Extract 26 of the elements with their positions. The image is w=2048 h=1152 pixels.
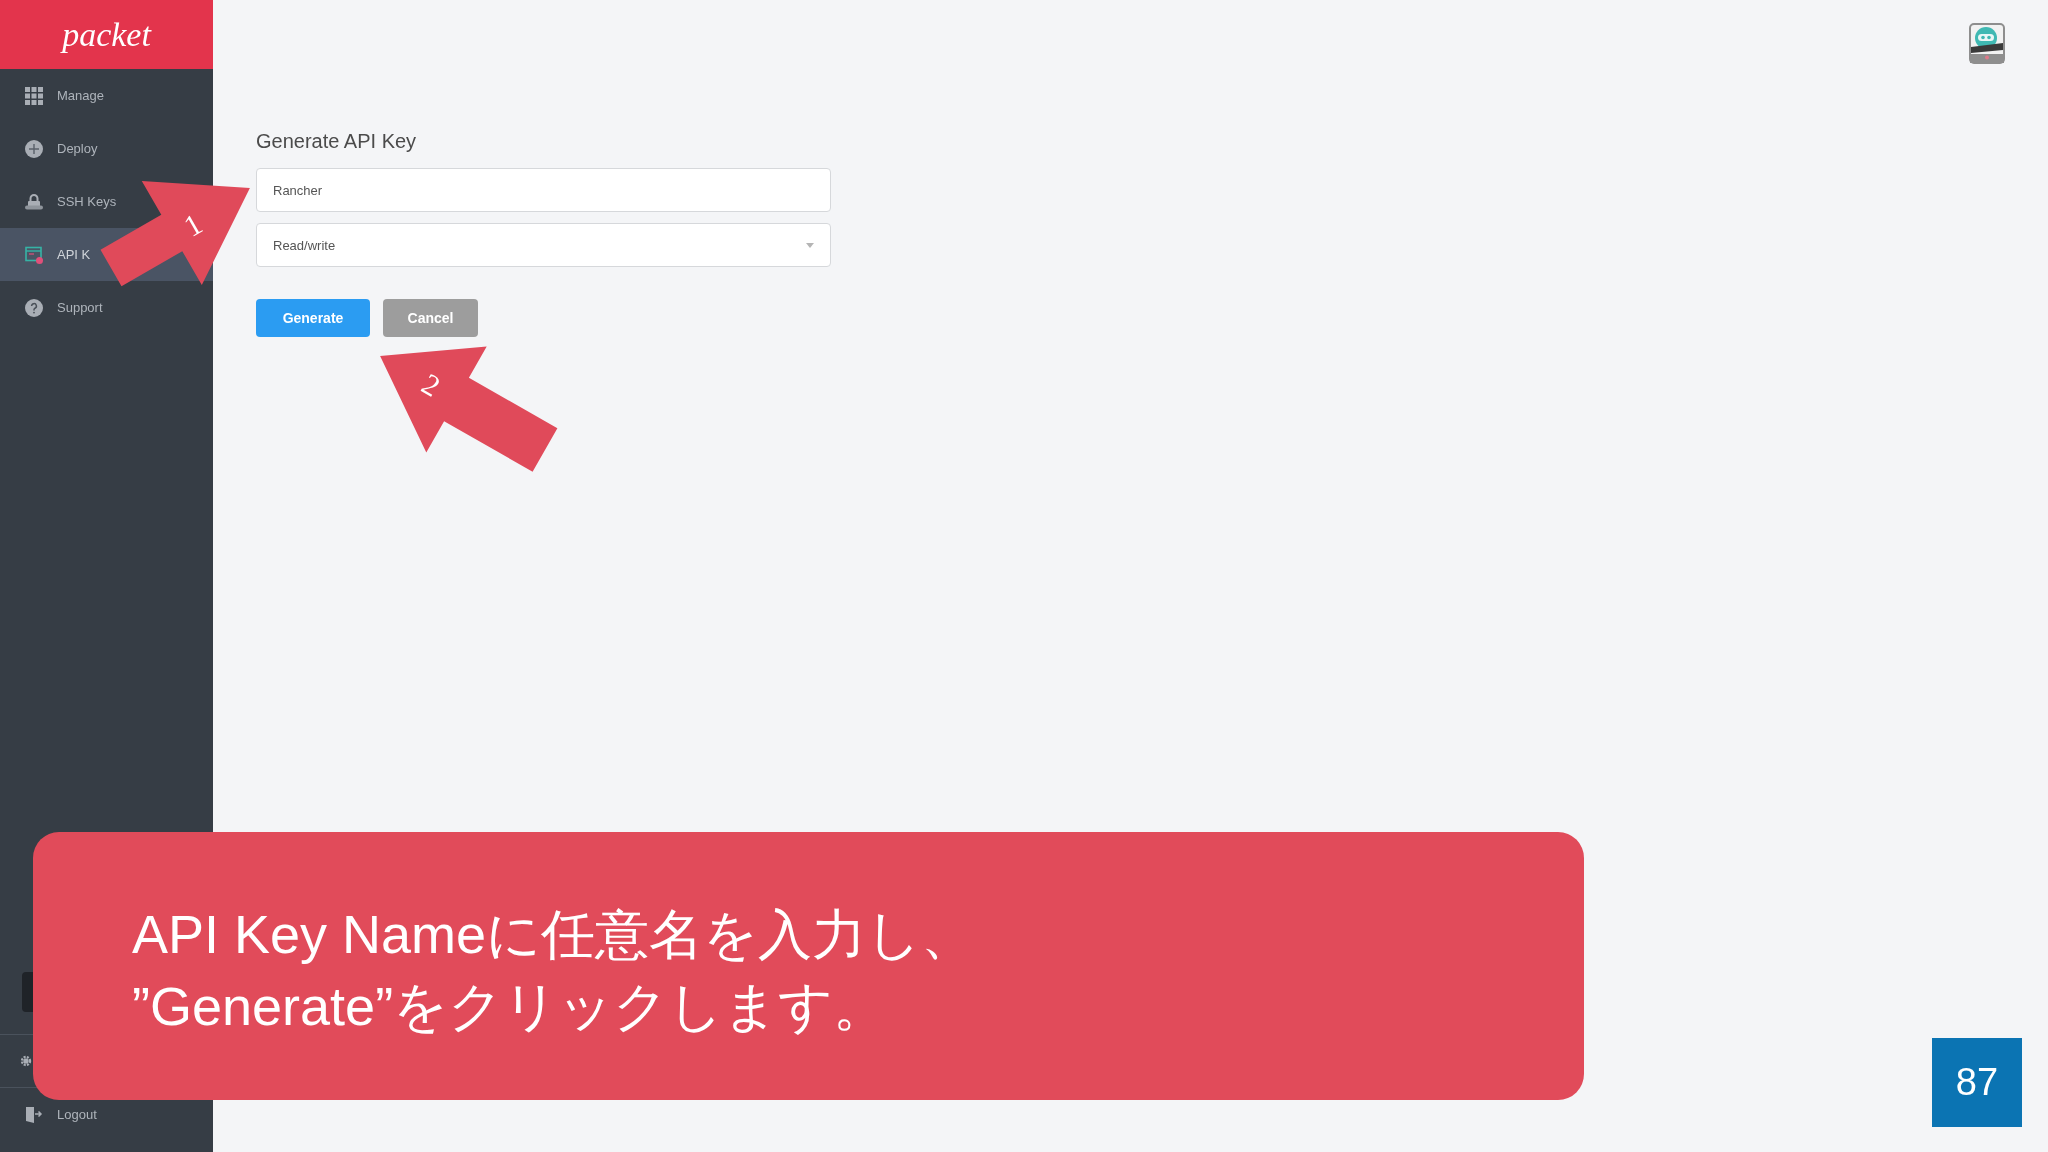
form-title: Generate API Key — [256, 129, 417, 153]
step-number: 2 — [416, 367, 446, 403]
name-field[interactable]: Rancher — [256, 168, 831, 212]
logo[interactable]: packet — [62, 14, 151, 55]
plus-circle-icon — [25, 139, 43, 158]
robot-avatar-icon[interactable] — [1969, 23, 2005, 64]
step-number: 1 — [178, 207, 208, 243]
lock-icon — [25, 192, 43, 211]
generate-button[interactable]: Generate — [256, 299, 370, 337]
logout-link[interactable]: Logout — [25, 1103, 103, 1126]
sidebar-item[interactable]: SSH Keys — [0, 175, 125, 228]
caption-text: ”Generate”をクリックします。 — [132, 975, 888, 1038]
caption-text: API Key Nameに任意名を入力し、 — [132, 903, 976, 966]
gear-icon[interactable] — [20, 1055, 32, 1067]
logout-icon — [25, 1105, 43, 1124]
sidebar-item[interactable]: Deploy — [0, 122, 106, 175]
api-window-icon — [25, 245, 43, 264]
grid-icon — [25, 86, 43, 105]
caret-icon — [806, 242, 814, 248]
page-number: 87 — [1932, 1038, 2022, 1127]
cancel-button[interactable]: Cancel — [383, 299, 478, 337]
sidebar-item[interactable]: Manage — [0, 69, 112, 122]
help-icon — [25, 298, 43, 317]
side-widget — [22, 972, 33, 1012]
sidebar-item[interactable]: Support — [0, 281, 111, 334]
permission-select[interactable]: Read/write — [256, 223, 831, 267]
